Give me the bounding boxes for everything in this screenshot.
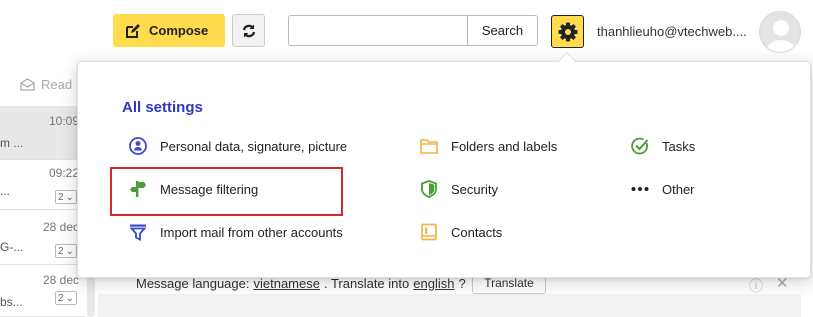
shield-icon — [419, 179, 439, 199]
search-input[interactable] — [288, 15, 468, 46]
thread-count: 2 — [58, 292, 64, 304]
setting-folders-labels[interactable]: Folders and labels — [419, 136, 557, 156]
pencil-icon — [126, 23, 140, 38]
setting-label: Tasks — [662, 138, 696, 154]
search-button[interactable]: Search — [467, 15, 538, 46]
mail-time: 09:22 — [48, 166, 79, 180]
mail-list-item[interactable]: 28 dec G-... 2 ⌄ — [0, 210, 85, 265]
envelope-icon — [20, 77, 35, 91]
mail-snippet: m ... — [0, 136, 24, 150]
thread-count: 2 — [58, 245, 64, 257]
setting-import-mail[interactable]: Import mail from other accounts — [128, 222, 343, 242]
message-body-area — [98, 294, 801, 317]
person-icon — [128, 136, 148, 156]
chevron-down-icon: ⌄ — [65, 245, 74, 257]
mail-list: 10:09 m ... 09:22 ... 2 ⌄ 28 dec G-... 2 ⌄… — [0, 106, 85, 317]
thread-count: 2 — [58, 191, 64, 203]
setting-label: Import mail from other accounts — [160, 224, 343, 240]
mail-snippet: G-... — [0, 240, 24, 254]
thread-count-badge[interactable]: 2 ⌄ — [55, 190, 77, 204]
all-settings-link[interactable]: All settings — [122, 99, 203, 116]
setting-tasks[interactable]: Tasks — [630, 136, 695, 156]
setting-other[interactable]: Other — [630, 179, 695, 199]
refresh-icon — [242, 24, 255, 37]
compose-button[interactable]: Compose — [113, 14, 225, 47]
setting-label: Folders and labels — [451, 138, 558, 154]
user-silhouette-icon — [766, 20, 796, 52]
setting-label: Other — [662, 181, 695, 197]
mail-list-item[interactable]: 28 dec bs... 2 ⌄ — [0, 265, 85, 317]
mail-time: 28 dec — [42, 273, 79, 287]
settings-button[interactable] — [551, 15, 584, 48]
import-funnel-icon — [128, 222, 148, 242]
mail-snippet: bs... — [0, 295, 23, 309]
thread-count-badge[interactable]: 2 ⌄ — [55, 244, 77, 258]
setting-personal-data[interactable]: Personal data, signature, picture — [128, 136, 347, 156]
avatar[interactable] — [759, 11, 801, 53]
checkmark-icon — [630, 136, 650, 156]
setting-label: Personal data, signature, picture — [160, 138, 348, 154]
setting-security[interactable]: Security — [419, 179, 498, 199]
compose-label: Compose — [149, 23, 209, 38]
contacts-icon — [419, 222, 439, 242]
mail-list-item[interactable]: 10:09 m ... — [0, 106, 85, 160]
setting-label: Security — [451, 181, 498, 197]
more-dots-icon — [630, 179, 650, 199]
mail-list-item[interactable]: 09:22 ... 2 ⌄ — [0, 160, 85, 210]
mail-snippet: ... — [0, 184, 11, 198]
thread-count-badge[interactable]: 2 ⌄ — [55, 291, 77, 305]
mail-list-scrollbar[interactable] — [87, 274, 95, 317]
user-email[interactable]: thanhlieuho@vtechweb.... — [597, 24, 747, 39]
mark-read-toolbar-button[interactable]: Read — [0, 74, 85, 94]
folder-icon — [419, 136, 439, 156]
chevron-down-icon: ⌄ — [65, 191, 74, 203]
setting-label: Contacts — [451, 224, 503, 240]
refresh-button[interactable] — [232, 14, 265, 47]
mail-time: 10:09 — [48, 114, 79, 128]
chevron-down-icon: ⌄ — [65, 292, 74, 304]
info-icon[interactable]: ⓘ — [749, 276, 763, 296]
highlight-box — [110, 167, 343, 216]
gear-icon — [558, 22, 577, 41]
mail-time: 28 dec — [42, 220, 79, 234]
setting-contacts[interactable]: Contacts — [419, 222, 502, 242]
read-label: Read — [41, 76, 73, 92]
